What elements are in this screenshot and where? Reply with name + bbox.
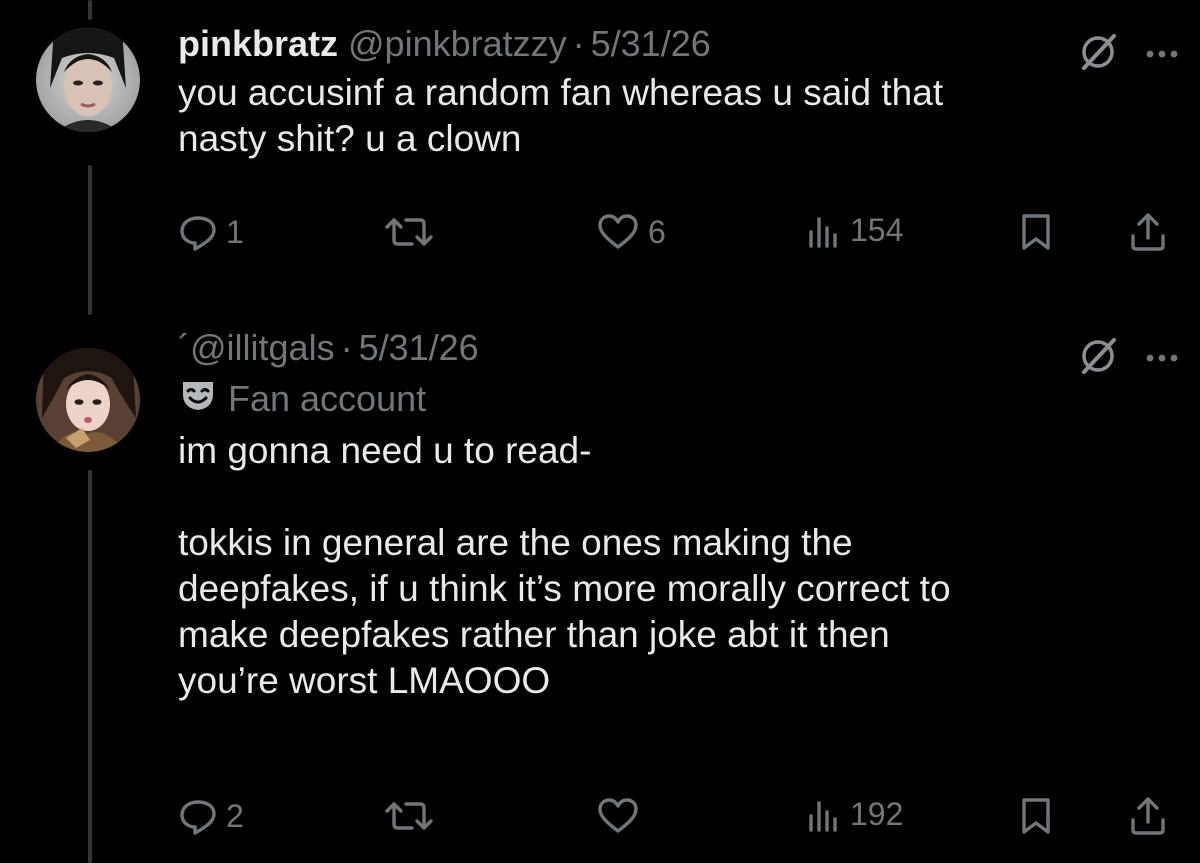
like-count: 6 xyxy=(648,213,666,250)
tweet-1[interactable]: pinkbratz @pinkbratzzy · 5/31/26 you acc… xyxy=(178,22,1178,162)
retweet-icon xyxy=(384,796,434,836)
like-button[interactable]: 6 xyxy=(596,212,666,252)
fan-account-label: Fan account xyxy=(178,374,1178,424)
grok-icon[interactable] xyxy=(1078,336,1118,381)
views-button[interactable]: 192 xyxy=(806,796,903,833)
separator-dot: · xyxy=(572,23,585,64)
reply-icon xyxy=(178,796,218,836)
tweet-header: ´@illitgals · 5/31/26 xyxy=(178,326,1178,370)
share-icon xyxy=(1128,796,1168,836)
thread-line-top xyxy=(88,0,92,20)
tweet-date[interactable]: 5/31/26 xyxy=(359,326,479,370)
reply-count: 2 xyxy=(226,797,244,834)
bookmark-icon xyxy=(1018,212,1054,252)
bookmark-icon xyxy=(1018,796,1054,836)
user-handle[interactable]: @pinkbratzzy xyxy=(348,22,567,66)
thread-line-bottom xyxy=(88,470,92,863)
tweet-header: pinkbratz @pinkbratzzy · 5/31/26 xyxy=(178,22,1178,66)
grok-icon[interactable] xyxy=(1078,32,1118,77)
tweet-text: you accusinf a random fan whereas u said… xyxy=(178,72,944,159)
tweet-2[interactable]: ´@illitgals · 5/31/26 Fan account im gon… xyxy=(178,326,1178,704)
tweet-actions: 2 192 xyxy=(178,796,1174,840)
like-icon xyxy=(596,796,640,836)
views-button[interactable]: 154 xyxy=(806,212,903,249)
views-icon xyxy=(806,797,842,833)
user-handle[interactable]: ´@illitgals xyxy=(178,326,335,370)
retweet-icon xyxy=(384,212,434,252)
reply-button[interactable]: 1 xyxy=(178,212,244,252)
like-icon xyxy=(596,212,640,252)
share-button[interactable] xyxy=(1128,796,1168,836)
share-button[interactable] xyxy=(1128,212,1168,252)
reply-button[interactable]: 2 xyxy=(178,796,244,836)
views-icon xyxy=(806,213,842,249)
thread-line-middle xyxy=(88,165,92,315)
bookmark-button[interactable] xyxy=(1018,212,1054,252)
reply-count: 1 xyxy=(226,213,244,250)
more-icon[interactable] xyxy=(1146,350,1178,368)
share-icon xyxy=(1128,212,1168,252)
fan-account-text: Fan account xyxy=(228,378,427,419)
like-button[interactable] xyxy=(596,796,648,836)
retweet-button[interactable] xyxy=(384,212,434,252)
reply-icon xyxy=(178,212,218,252)
tweet-text: im gonna need u to read- tokkis in gener… xyxy=(178,430,951,701)
mask-icon xyxy=(178,374,218,424)
more-icon[interactable] xyxy=(1146,46,1178,64)
tweet-actions: 1 6 154 xyxy=(178,212,1174,256)
views-count: 154 xyxy=(850,212,904,248)
bookmark-button[interactable] xyxy=(1018,796,1054,836)
separator-dot: · xyxy=(340,327,353,368)
avatar-illitgals[interactable] xyxy=(36,348,140,452)
avatar-pinkbratz[interactable] xyxy=(36,28,140,132)
tweet-date[interactable]: 5/31/26 xyxy=(591,22,711,66)
retweet-button[interactable] xyxy=(384,796,434,836)
handle-prefix: ´ xyxy=(178,327,190,368)
views-count: 192 xyxy=(850,796,904,832)
handle-text: @illitgals xyxy=(190,327,335,368)
display-name[interactable]: pinkbratz xyxy=(178,22,338,66)
